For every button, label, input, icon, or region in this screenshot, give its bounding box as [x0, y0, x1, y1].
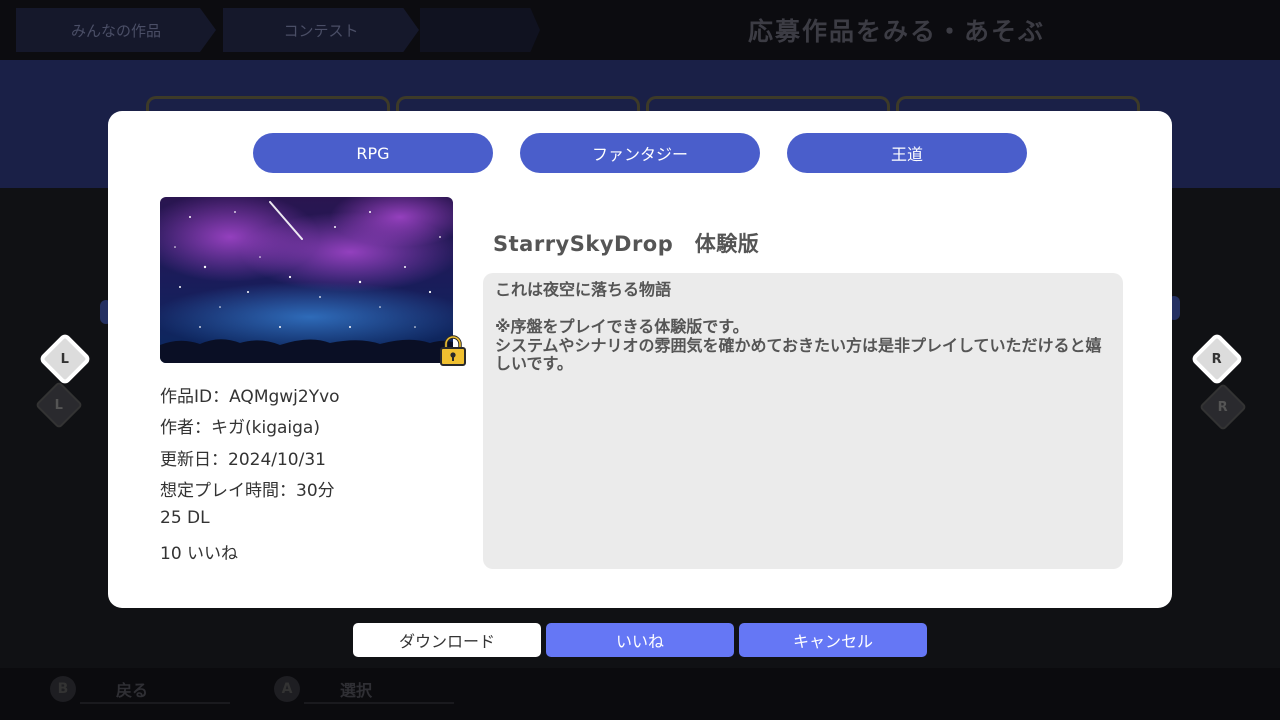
work-playtime: 想定プレイ時間：30分: [160, 481, 335, 501]
hint-select-label: 選択: [340, 681, 373, 700]
l-key-label-dim: L: [54, 397, 64, 413]
hint-back-label: 戻る: [116, 681, 149, 700]
like-count: 10 いいね: [160, 544, 239, 564]
tag-classic: 王道: [787, 133, 1027, 173]
bottom-hint-bar: [0, 668, 1280, 720]
page-title: 応募作品をみる・あそぶ: [748, 17, 1046, 46]
hint-underline: [304, 702, 454, 704]
breadcrumb-tail: [420, 8, 540, 52]
hint-select[interactable]: A 選択: [274, 676, 454, 704]
work-detail-modal: RPG ファンタジー 王道 作品ID：AQMgwj2Yvo 作者：キガ(kiga…: [108, 111, 1172, 608]
l-key-label: L: [60, 351, 70, 367]
like-button[interactable]: いいね: [546, 623, 734, 657]
r-key-label: R: [1211, 351, 1223, 367]
work-thumbnail: [160, 197, 453, 363]
work-id: 作品ID：AQMgwj2Yvo: [160, 387, 340, 407]
work-updated: 更新日：2024/10/31: [160, 450, 326, 470]
work-title: StarrySkyDrop 体験版: [493, 232, 760, 256]
tag-fantasy: ファンタジー: [520, 133, 760, 173]
cancel-button[interactable]: キャンセル: [739, 623, 927, 657]
hint-underline: [80, 702, 230, 704]
tag-rpg: RPG: [253, 133, 493, 173]
hint-back[interactable]: B 戻る: [50, 676, 230, 704]
breadcrumb-contest[interactable]: コンテスト: [223, 8, 419, 52]
lock-icon: [440, 335, 466, 366]
work-author: 作者：キガ(kigaiga): [160, 418, 320, 438]
download-button[interactable]: ダウンロード: [353, 623, 541, 657]
breadcrumb-community-works[interactable]: みんなの作品: [16, 8, 216, 52]
b-button-icon: B: [50, 676, 76, 702]
r-key-label-dim: R: [1217, 399, 1229, 415]
a-button-icon: A: [274, 676, 300, 702]
work-description: これは夜空に落ちる物語 ※序盤をプレイできる体験版です。 システムやシナリオの雰…: [495, 280, 1102, 373]
download-count: 25 DL: [160, 508, 210, 528]
description-box: これは夜空に落ちる物語 ※序盤をプレイできる体験版です。 システムやシナリオの雰…: [483, 273, 1123, 569]
